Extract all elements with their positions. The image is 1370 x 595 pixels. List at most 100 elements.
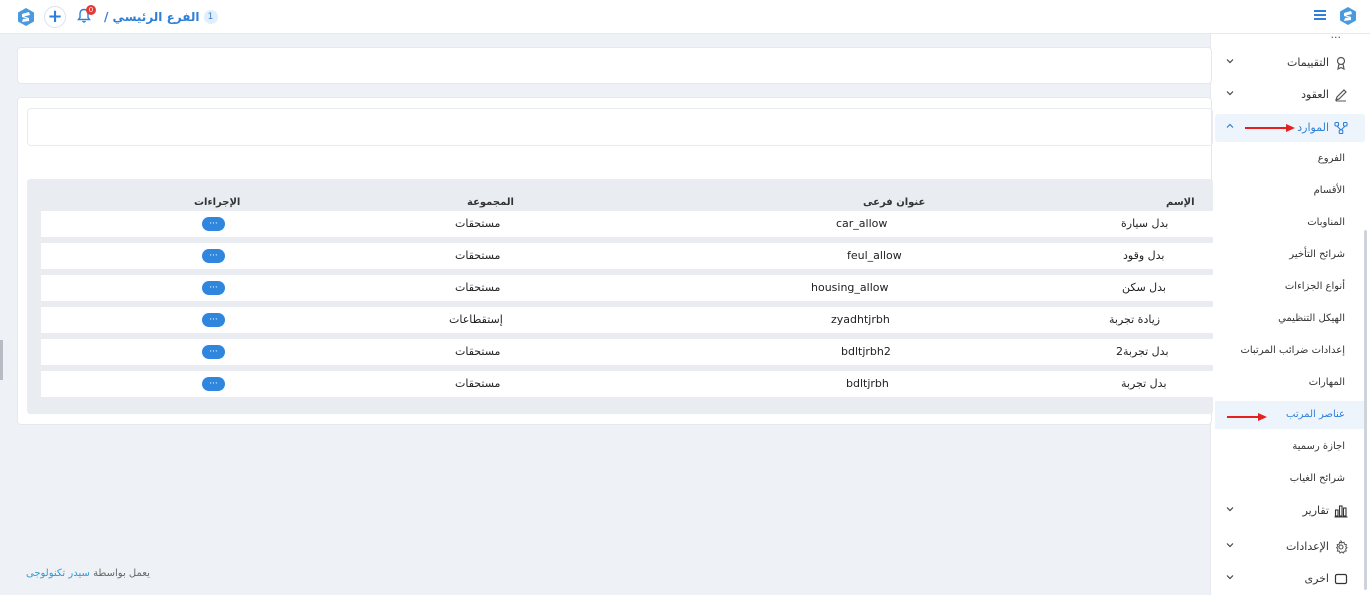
cell-group: مستحقات — [455, 281, 501, 294]
sidebar-subitem-departments[interactable]: الأقسام — [1215, 177, 1365, 205]
branch-number-badge: 1 — [203, 10, 218, 24]
chevron-down-icon — [1223, 56, 1235, 68]
row-actions-button[interactable]: ··· — [202, 217, 225, 231]
sidebar-item-settings[interactable]: الإعدادات — [1215, 533, 1365, 561]
gear-icon — [1334, 540, 1348, 554]
sidebar-item-evaluations[interactable]: التقييمات — [1215, 49, 1365, 77]
sidebar-scrollbar[interactable] — [1364, 230, 1367, 590]
top-bar: + 0 1 الفرع الرئيسي / — [0, 0, 1370, 34]
menu-icon[interactable] — [1314, 10, 1326, 22]
row-actions-button[interactable]: ··· — [202, 281, 225, 295]
sidebar-item-label: العقود — [1301, 88, 1329, 101]
sidebar-item-contracts[interactable]: العقود — [1215, 81, 1365, 109]
sidebar-subitem-skills[interactable]: المهارات — [1215, 369, 1365, 397]
reports-icon — [1334, 504, 1348, 518]
sidebar-subitem-label: عناصر المرتب — [1286, 409, 1345, 420]
sidebar-logo-icon[interactable] — [1338, 6, 1358, 26]
sidebar-subitem-label: المناوبات — [1307, 217, 1345, 228]
sidebar-subitem-org-structure[interactable]: الهيكل التنظيمي — [1215, 305, 1365, 333]
sidebar-subitem-label: الفروع — [1317, 153, 1345, 164]
cell-subtitle: bdltjrbh2 — [841, 345, 891, 358]
cell-group: مستحقات — [455, 217, 501, 230]
column-header-subtitle: عنوان فرعى — [863, 197, 926, 208]
window-icon — [1334, 572, 1348, 586]
sidebar-subitem-label: المهارات — [1308, 377, 1345, 388]
contracts-icon — [1334, 88, 1348, 102]
sidebar-subitem-label: إعدادات ضرائب المرتبات — [1240, 345, 1345, 356]
sidebar-subitem-branches[interactable]: الفروع — [1215, 145, 1365, 173]
sidebar-subitem-label: شرائح الغياب — [1289, 473, 1345, 484]
row-actions-button[interactable]: ··· — [202, 249, 225, 263]
cell-subtitle: car_allow — [836, 217, 888, 230]
sidebar-subitem-label: الهيكل التنظيمي — [1278, 313, 1345, 324]
table-row[interactable]: بدل تجربة2 bdltjrbh2 مستحقات ··· — [41, 339, 1213, 365]
cell-group: إستقطاعات — [449, 313, 503, 326]
sidebar-subitem-payroll-tax-settings[interactable]: إعدادات ضرائب المرتبات — [1215, 337, 1365, 365]
annotation-arrow-salary-elements — [1227, 413, 1267, 421]
row-actions-button[interactable]: ··· — [202, 313, 225, 327]
sidebar-subitem-delay-brackets[interactable]: شرائح التأخير — [1215, 241, 1365, 269]
cell-name: زيادة تجربة — [1109, 313, 1161, 326]
notification-badge: 0 — [86, 5, 96, 15]
column-header-name: الإسم — [1166, 197, 1195, 208]
sidebar-subitem-label: اجازة رسمية — [1292, 441, 1345, 452]
cell-subtitle: housing_allow — [811, 281, 889, 294]
sidebar-item-label: الموارد — [1297, 121, 1329, 134]
add-icon[interactable]: + — [44, 6, 66, 28]
cell-name: بدل سكن — [1122, 281, 1166, 294]
sidebar-item-reports[interactable]: تقارير — [1215, 497, 1365, 525]
sidebar-cut-item: ... — [1330, 34, 1342, 41]
row-actions-button[interactable]: ··· — [202, 345, 225, 359]
branch-label[interactable]: الفرع الرئيسي / — [104, 10, 200, 24]
chevron-down-icon — [1223, 88, 1235, 100]
footer: يعمل بواسطة سيدر تكنولوجى — [26, 568, 150, 579]
chevron-down-icon — [1223, 540, 1235, 552]
main-card: الإسم عنوان فرعى المجموعة الإجراءات بدل … — [17, 97, 1213, 425]
chevron-down-icon — [1223, 504, 1235, 516]
cell-group: مستحقات — [455, 249, 501, 262]
cell-subtitle: bdltjrbh — [846, 377, 889, 390]
table-header: الإسم عنوان فرعى المجموعة الإجراءات — [41, 195, 1213, 211]
sidebar-item-label: اخرى — [1304, 572, 1329, 585]
cell-group: مستحقات — [455, 345, 501, 358]
table-row[interactable]: بدل سيارة car_allow مستحقات ··· — [41, 211, 1213, 237]
cell-group: مستحقات — [455, 377, 501, 390]
breadcrumb[interactable]: 1 الفرع الرئيسي / — [104, 9, 218, 25]
top-card — [17, 47, 1212, 84]
sidebar: ... التقييمات العقود الموارد الفروع الأق… — [1210, 34, 1370, 595]
left-panel-handle[interactable] — [0, 340, 3, 380]
app-logo-icon[interactable] — [16, 7, 36, 27]
sidebar-item-label: التقييمات — [1287, 56, 1329, 69]
footer-brand-link[interactable]: سيدر تكنولوجى — [26, 568, 90, 579]
cell-name: بدل تجربة — [1121, 377, 1167, 390]
filter-box[interactable] — [27, 108, 1213, 146]
table-row[interactable]: بدل وقود feul_allow مستحقات ··· — [41, 243, 1213, 269]
chevron-up-icon — [1223, 121, 1235, 133]
sidebar-subitem-absence-brackets[interactable]: شرائح الغياب — [1215, 465, 1365, 493]
cell-name: بدل سيارة — [1121, 217, 1169, 230]
chevron-down-icon — [1223, 572, 1235, 584]
cell-subtitle: zyadhtjrbh — [831, 313, 890, 326]
column-header-group: المجموعة — [467, 197, 514, 208]
table-row[interactable]: زيادة تجربة zyadhtjrbh إستقطاعات ··· — [41, 307, 1213, 333]
sidebar-item-label: الإعدادات — [1285, 540, 1329, 553]
footer-prefix: يعمل بواسطة — [93, 568, 150, 579]
sidebar-subitem-shifts[interactable]: المناوبات — [1215, 209, 1365, 237]
salary-elements-table: الإسم عنوان فرعى المجموعة الإجراءات بدل … — [27, 179, 1213, 414]
cell-name: بدل تجربة2 — [1116, 345, 1169, 358]
sidebar-subitem-penalty-types[interactable]: أنواع الجزاءات — [1215, 273, 1365, 301]
sidebar-item-other[interactable]: اخرى — [1215, 565, 1365, 593]
table-row[interactable]: بدل تجربة bdltjrbh مستحقات ··· — [41, 371, 1213, 397]
evaluations-icon — [1334, 56, 1348, 70]
sidebar-subitem-label: أنواع الجزاءات — [1284, 281, 1345, 292]
sidebar-subitem-label: الأقسام — [1313, 185, 1345, 196]
sidebar-subitem-label: شرائح التأخير — [1289, 249, 1345, 260]
sidebar-item-label: تقارير — [1302, 504, 1329, 517]
sidebar-subitem-official-holiday[interactable]: اجازة رسمية — [1215, 433, 1365, 461]
resources-icon — [1334, 121, 1348, 135]
annotation-arrow-resources — [1245, 124, 1295, 132]
cell-name: بدل وقود — [1123, 249, 1165, 262]
row-actions-button[interactable]: ··· — [202, 377, 225, 391]
column-header-actions: الإجراءات — [194, 197, 241, 208]
table-row[interactable]: بدل سكن housing_allow مستحقات ··· — [41, 275, 1213, 301]
